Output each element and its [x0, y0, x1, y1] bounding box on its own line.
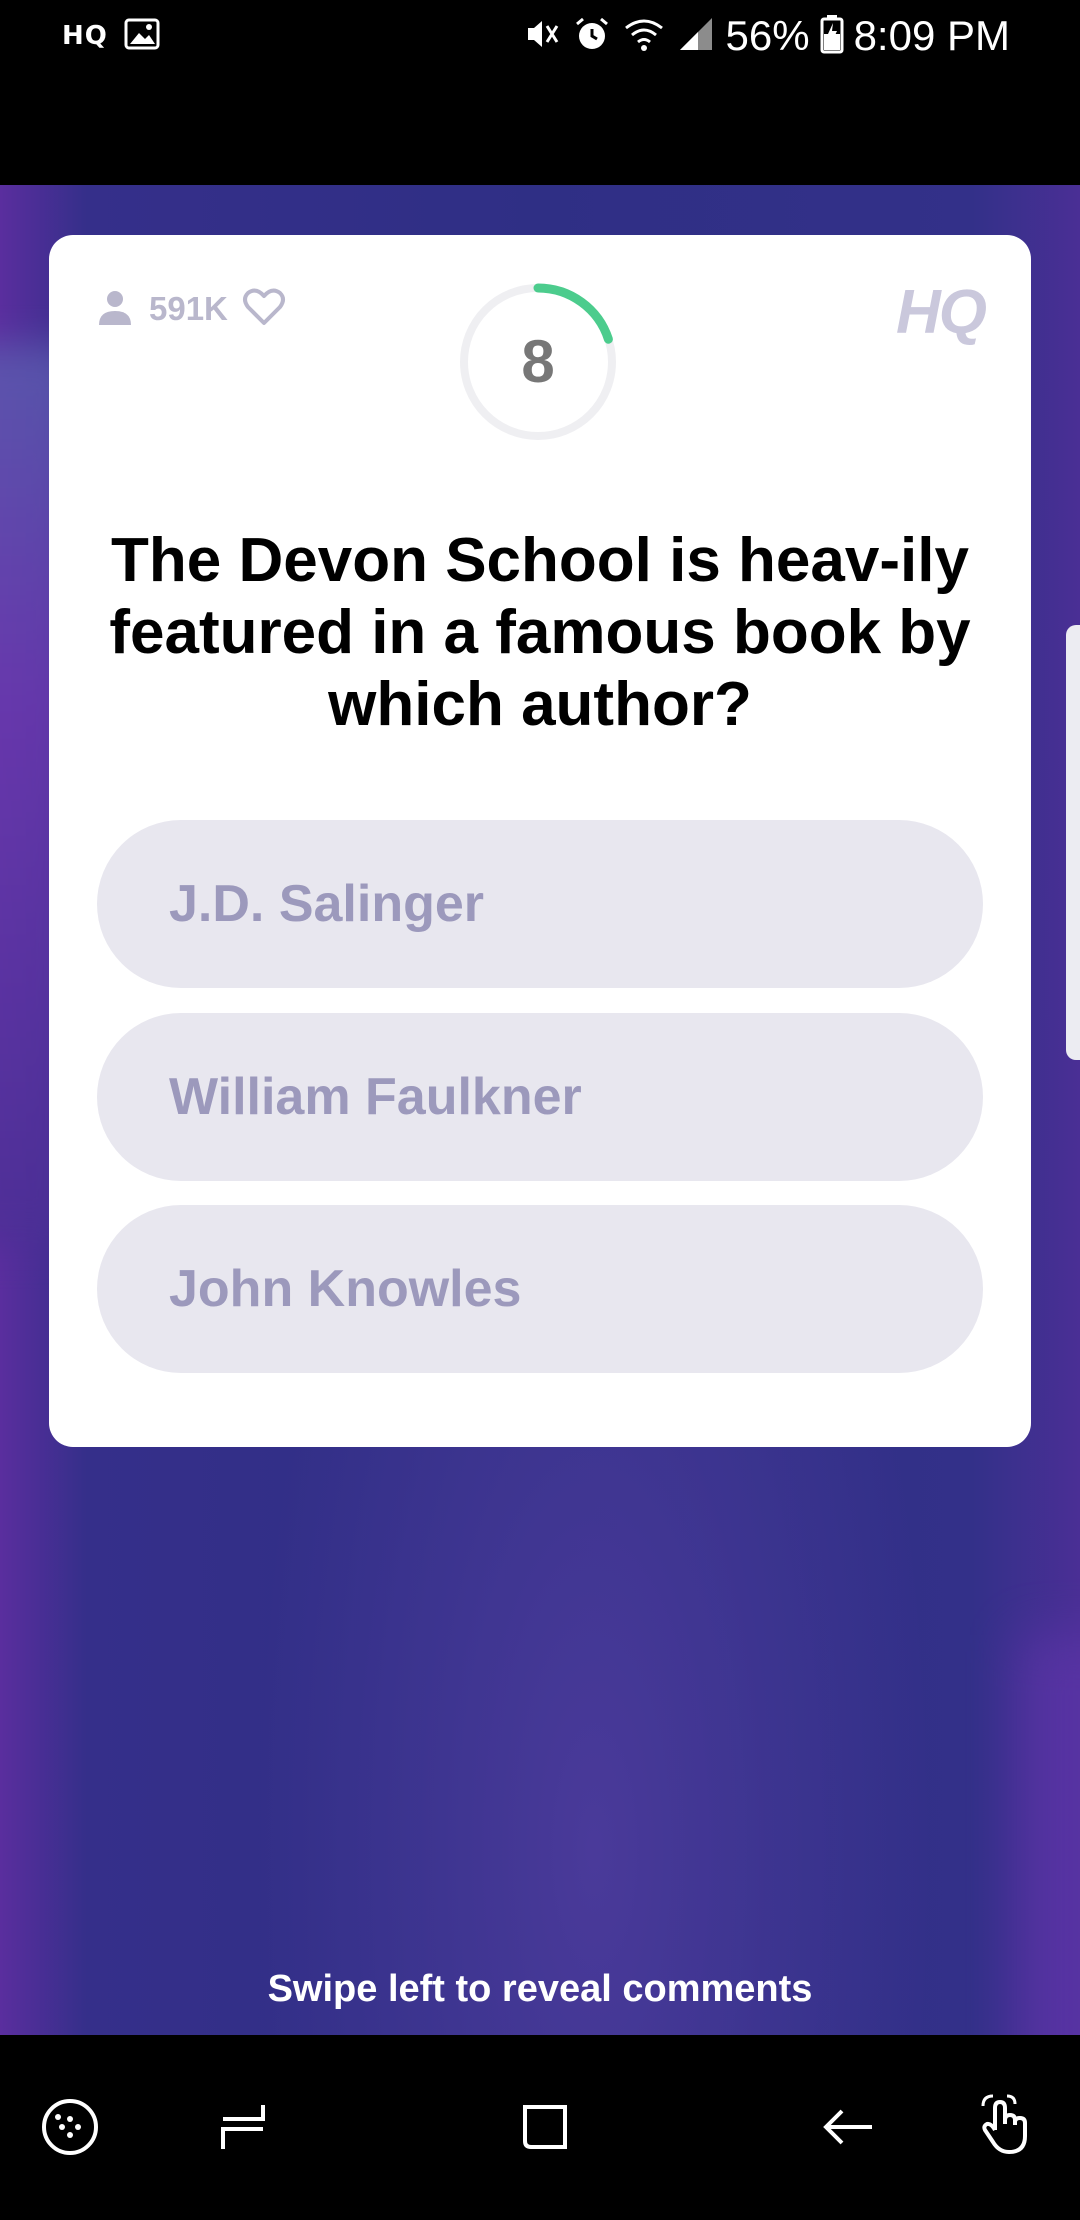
clock: 8:09 PM: [853, 12, 1010, 59]
alarm-icon: [572, 14, 612, 58]
swipe-hint: Swipe left to reveal comments: [267, 1968, 813, 2010]
question-text: The Devon School is heav-ily featured in…: [109, 526, 971, 739]
signal-icon: [676, 14, 716, 58]
image-icon: [124, 18, 160, 54]
question-card: 591K 8 HQ The Devon School is heav-ily f…: [49, 235, 1031, 1447]
status-bar: HQ 56% 8:09 PM: [0, 0, 1080, 185]
person-icon: [95, 287, 135, 331]
heart-icon[interactable]: [242, 287, 286, 331]
navigation-bar: [0, 2035, 1080, 2220]
hq-notification-icon: HQ: [62, 21, 108, 51]
mute-icon: [522, 14, 562, 58]
viewer-count: 591K: [95, 287, 286, 331]
recent-apps-icon[interactable]: [203, 2087, 283, 2167]
game-tools-icon[interactable]: [30, 2087, 110, 2167]
countdown-timer: 8: [456, 280, 620, 444]
timer-number: 8: [521, 328, 555, 395]
wifi-icon: [622, 14, 666, 58]
viewer-count-label: 591K: [149, 290, 228, 327]
answer-option-2[interactable]: William Faulkner: [97, 1013, 983, 1181]
battery-icon: [820, 14, 844, 58]
touch-gesture-icon[interactable]: [968, 2087, 1048, 2167]
answer-option-1[interactable]: J.D. Salinger: [97, 820, 983, 988]
battery-percent: 56%: [725, 12, 810, 59]
hq-logo: HQ: [896, 278, 987, 347]
home-icon[interactable]: [505, 2087, 585, 2167]
back-icon[interactable]: [808, 2087, 888, 2167]
edge-panel-handle[interactable]: [1066, 625, 1080, 1060]
answer-option-3[interactable]: John Knowles: [97, 1205, 983, 1373]
